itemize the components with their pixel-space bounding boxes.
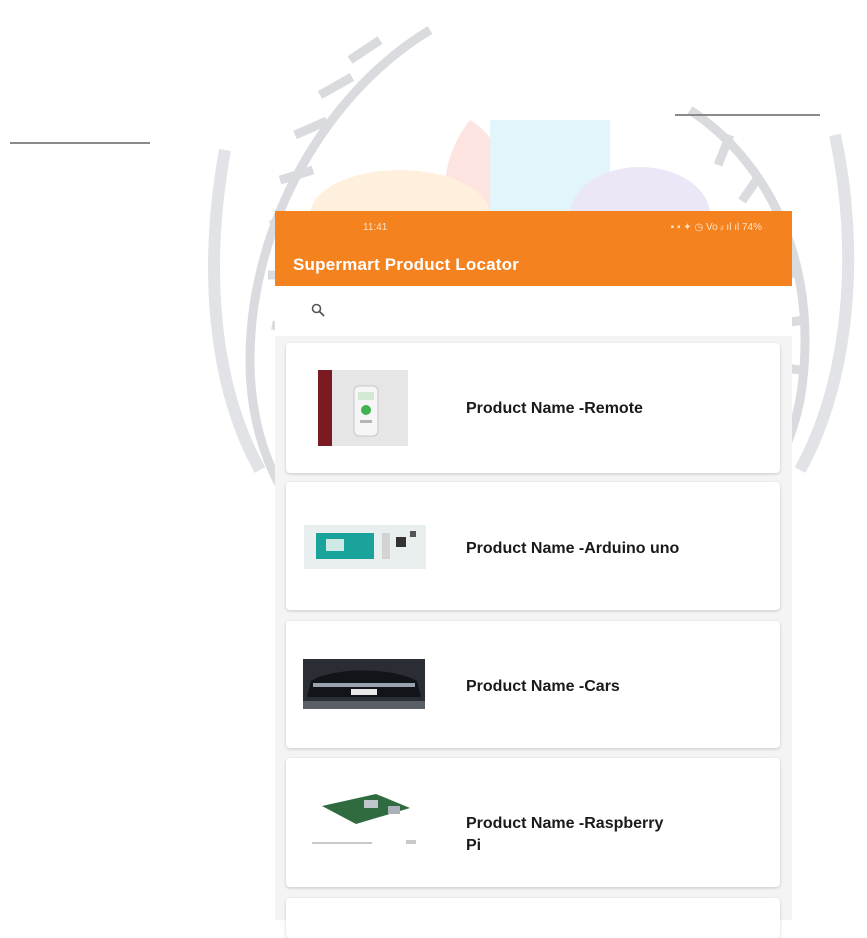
status-time: 11:41 [363, 221, 388, 233]
product-card-next-partial[interactable] [286, 898, 780, 938]
app-bar: Supermart Product Locator [275, 243, 792, 286]
product-card-remote[interactable]: Product Name -Remote [286, 343, 780, 473]
product-label: Product Name -Remote [466, 400, 643, 417]
product-card-arduino[interactable]: Product Name -Arduino uno [286, 482, 780, 610]
status-indicators: ▪ ▪ ✦ ◷ Vo ᵢₗ ıl ıl 74% [670, 221, 762, 233]
raspberry-pi-board-image [306, 786, 426, 852]
remote-image [318, 370, 408, 446]
watermark-rule-right [675, 114, 820, 116]
watermark-rule-left [10, 142, 150, 144]
product-card-raspberry-pi[interactable]: Product Name -Raspberry Pi [286, 758, 780, 887]
product-label: Product Name -Raspberry Pi [466, 815, 664, 854]
app-title: Supermart Product Locator [293, 254, 520, 274]
product-label: Product Name -Cars [466, 678, 620, 695]
arduino-board-image [304, 525, 426, 569]
search-bar[interactable] [275, 286, 792, 336]
car-image [303, 659, 425, 709]
product-card-cars[interactable]: Product Name -Cars [286, 621, 780, 748]
search-icon[interactable] [311, 303, 325, 317]
product-label: Product Name -Arduino uno [466, 540, 680, 557]
status-bar: 11:41 ▪ ▪ ✦ ◷ Vo ᵢₗ ıl ıl 74% [275, 211, 792, 243]
